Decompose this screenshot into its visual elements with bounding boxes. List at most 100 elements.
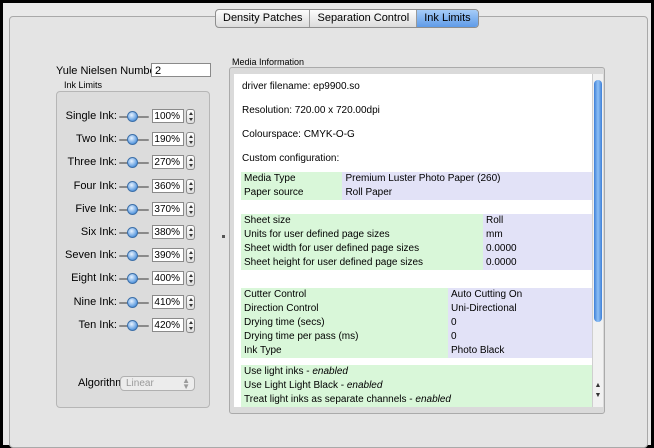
property-key: Ink Type bbox=[241, 344, 448, 358]
ink-limits-group-title: Ink Limits bbox=[64, 80, 103, 90]
property-key: Drying time per pass (ms) bbox=[241, 330, 448, 344]
ink-limit-input[interactable]: 370% bbox=[152, 202, 184, 216]
ink-limit-label: Two Ink: bbox=[76, 133, 117, 145]
ink-limit-stepper[interactable] bbox=[186, 155, 195, 170]
ink-limit-label: Three Ink: bbox=[67, 156, 117, 168]
slider-knob[interactable] bbox=[127, 250, 138, 261]
flag-state: enabled bbox=[312, 366, 348, 377]
property-value: Roll Paper bbox=[342, 186, 592, 200]
slider-knob[interactable] bbox=[127, 157, 138, 168]
ink-limit-label: Six Ink: bbox=[80, 226, 117, 238]
tab-ink-limits[interactable]: Ink Limits bbox=[417, 10, 478, 27]
ink-limit-stepper[interactable] bbox=[186, 225, 195, 240]
ink-limit-slider[interactable] bbox=[119, 273, 149, 285]
tab-separation-control[interactable]: Separation Control bbox=[310, 10, 418, 27]
ink-limit-input[interactable]: 100% bbox=[152, 109, 184, 123]
property-value: Photo Black bbox=[448, 344, 592, 358]
ink-limit-slider[interactable] bbox=[119, 181, 149, 193]
ink-limit-label: Single Ink: bbox=[65, 110, 117, 122]
sheet-table: Sheet size Roll Units for user defined pa… bbox=[241, 214, 592, 270]
ink-limit-stepper[interactable] bbox=[186, 109, 195, 124]
flags-table: Use light inks - enabled Use Light Light… bbox=[241, 365, 592, 407]
table-row: Media Type Premium Luster Photo Paper (26… bbox=[241, 172, 592, 186]
tab-density-patches[interactable]: Density Patches bbox=[216, 10, 311, 27]
slider-knob[interactable] bbox=[127, 297, 138, 308]
algorithm-select[interactable]: Linear ▲ ▼ bbox=[120, 376, 195, 391]
media-scrollbar[interactable]: ▲ ▼ bbox=[592, 74, 603, 407]
flag-label: Use light inks bbox=[244, 366, 304, 377]
ink-limit-stepper[interactable] bbox=[186, 179, 195, 194]
table-row: Use light inks - enabled bbox=[241, 365, 592, 379]
ink-limit-slider[interactable] bbox=[119, 204, 149, 216]
ink-limit-stepper[interactable] bbox=[186, 132, 195, 147]
property-value: Roll bbox=[483, 214, 592, 228]
colourspace-text: Colourspace: CMYK-O-G bbox=[242, 129, 355, 140]
table-row: Paper source Roll Paper bbox=[241, 186, 592, 200]
ink-limit-input[interactable]: 380% bbox=[152, 225, 184, 239]
property-value: 0.0000 bbox=[483, 242, 592, 256]
slider-knob[interactable] bbox=[127, 320, 138, 331]
scroll-up-arrow-icon[interactable]: ▲ bbox=[594, 382, 602, 390]
scroll-down-arrow-icon[interactable]: ▼ bbox=[594, 392, 602, 400]
ink-limit-slider[interactable] bbox=[119, 297, 149, 309]
table-row: Drying time per pass (ms) 0 bbox=[241, 330, 592, 344]
ink-limit-input[interactable]: 390% bbox=[152, 248, 184, 262]
ink-limit-stepper[interactable] bbox=[186, 202, 195, 217]
property-key: Paper source bbox=[241, 186, 343, 200]
flag-separator: - bbox=[337, 380, 347, 391]
property-key: Sheet width for user defined page sizes bbox=[241, 242, 483, 256]
media-info-content: driver filename: ep9900.so Resolution: 7… bbox=[234, 74, 592, 407]
flag-label: Treat light inks as separate channels bbox=[244, 394, 407, 405]
table-row: Ink Type Photo Black bbox=[241, 344, 592, 358]
slider-knob[interactable] bbox=[127, 181, 138, 192]
ink-limit-input[interactable]: 270% bbox=[152, 155, 184, 169]
property-value: mm bbox=[483, 228, 592, 242]
ink-limit-slider[interactable] bbox=[119, 227, 149, 239]
table-row: Units for user defined page sizes mm bbox=[241, 228, 592, 242]
ink-limit-stepper[interactable] bbox=[186, 248, 195, 263]
yule-nielsen-input[interactable]: 2 bbox=[151, 63, 211, 77]
ink-limit-input[interactable]: 400% bbox=[152, 271, 184, 285]
flag-cell: Use light inks - enabled bbox=[241, 365, 592, 379]
scrollbar-thumb[interactable] bbox=[594, 80, 602, 322]
ink-limit-input[interactable]: 410% bbox=[152, 295, 184, 309]
property-value: Uni-Directional bbox=[448, 302, 592, 316]
slider-knob[interactable] bbox=[127, 111, 138, 122]
ink-limit-label: Eight Ink: bbox=[71, 272, 117, 284]
media-info-title: Media Information bbox=[232, 57, 305, 67]
ink-limit-stepper[interactable] bbox=[186, 318, 195, 333]
ink-limit-slider[interactable] bbox=[119, 250, 149, 262]
ink-limit-slider[interactable] bbox=[119, 157, 149, 169]
slider-knob[interactable] bbox=[127, 273, 138, 284]
driver-filename: driver filename: ep9900.so bbox=[242, 81, 360, 92]
property-key: Sheet size bbox=[241, 214, 483, 228]
printer-table: Cutter Control Auto Cutting On Direction … bbox=[241, 288, 592, 358]
flag-label: Use Light Light Black bbox=[244, 380, 338, 391]
ink-limit-slider[interactable] bbox=[119, 134, 149, 146]
property-value: 0 bbox=[448, 330, 592, 344]
split-handle[interactable] bbox=[222, 235, 225, 238]
ink-limit-slider[interactable] bbox=[119, 320, 149, 332]
media-table: Media Type Premium Luster Photo Paper (26… bbox=[241, 172, 592, 200]
property-key: Units for user defined page sizes bbox=[241, 228, 483, 242]
ink-limit-slider[interactable] bbox=[119, 111, 149, 123]
ink-limit-label: Four Ink: bbox=[73, 180, 117, 192]
ink-limit-input[interactable]: 360% bbox=[152, 179, 184, 193]
ink-limit-stepper[interactable] bbox=[186, 271, 195, 286]
ink-limit-input[interactable]: 420% bbox=[152, 318, 184, 332]
ink-limit-input[interactable]: 190% bbox=[152, 132, 184, 146]
slider-knob[interactable] bbox=[127, 134, 138, 145]
resolution-text: Resolution: 720.00 x 720.00dpi bbox=[242, 105, 380, 116]
tab-bar: Density Patches Separation Control Ink L… bbox=[215, 9, 479, 28]
ink-limit-stepper[interactable] bbox=[186, 295, 195, 310]
slider-knob[interactable] bbox=[127, 227, 138, 238]
algorithm-label: Algorithm bbox=[78, 377, 125, 389]
ink-limit-label: Five Ink: bbox=[75, 203, 117, 215]
table-row: Drying time (secs) 0 bbox=[241, 316, 592, 330]
slider-knob[interactable] bbox=[127, 204, 138, 215]
flag-state: enabled bbox=[346, 380, 383, 391]
table-row: Use Light Light Black - enabled bbox=[241, 379, 592, 393]
property-value: Auto Cutting On bbox=[448, 288, 592, 302]
property-key: Drying time (secs) bbox=[241, 316, 448, 330]
property-value: 0.0000 bbox=[483, 256, 592, 270]
